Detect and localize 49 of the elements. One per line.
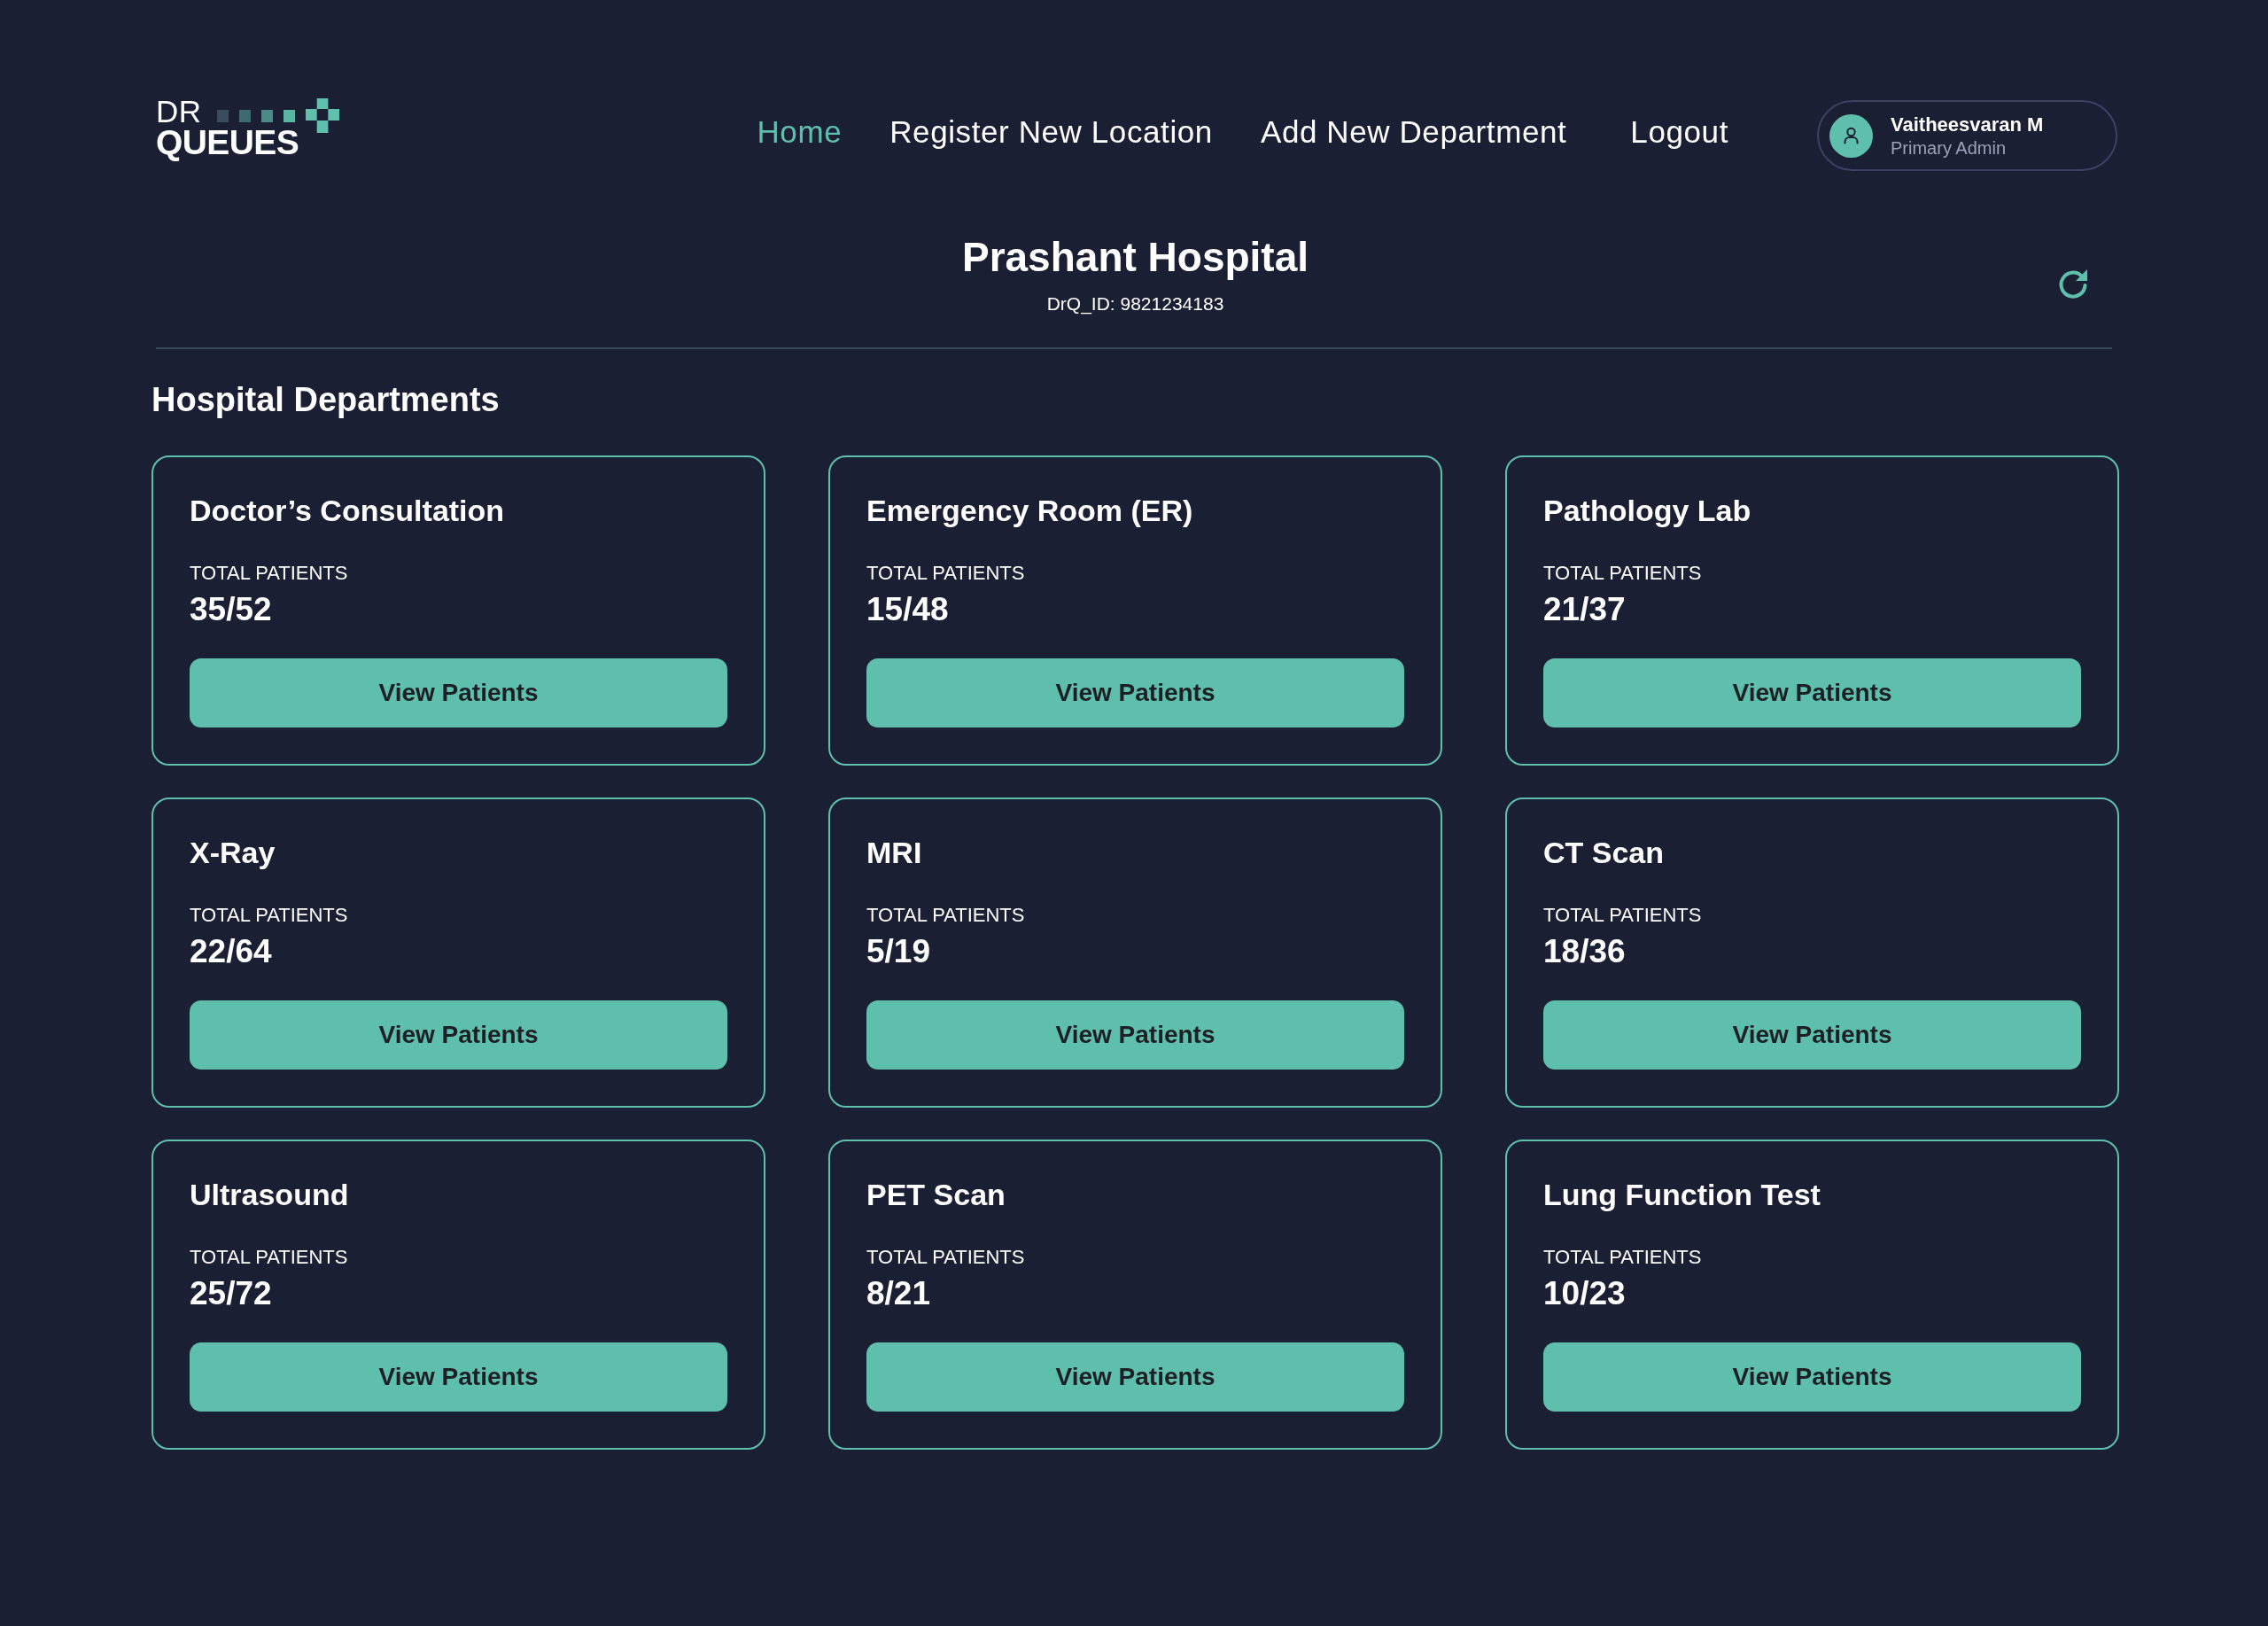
user-profile-pill[interactable]: Vaitheesvaran M Primary Admin xyxy=(1817,100,2117,171)
patient-count: 8/21 xyxy=(866,1274,930,1312)
user-name: Vaitheesvaran M xyxy=(1891,113,2044,136)
hospital-name: Prashant Hospital xyxy=(961,233,1309,281)
view-patients-button[interactable]: View Patients xyxy=(866,658,1404,727)
nav-link[interactable]: Home xyxy=(757,114,843,150)
department-name: Emergency Room (ER) xyxy=(866,493,1193,529)
user-avatar-icon xyxy=(1829,113,1873,158)
view-patients-button[interactable]: View Patients xyxy=(1543,658,2081,727)
view-patients-button[interactable]: View Patients xyxy=(1543,1342,2081,1412)
metric-label: TOTAL PATIENTS xyxy=(866,1246,1025,1269)
metric-label: TOTAL PATIENTS xyxy=(866,904,1025,927)
patient-count: 21/37 xyxy=(1543,590,1626,628)
patient-count: 18/36 xyxy=(1543,932,1626,970)
metric-label: TOTAL PATIENTS xyxy=(1543,562,1702,585)
department-name: X-Ray xyxy=(190,835,276,871)
user-role: Primary Admin xyxy=(1891,137,2007,159)
view-patients-button[interactable]: View Patients xyxy=(190,1342,727,1412)
patient-count: 5/19 xyxy=(866,932,930,970)
pixel-cross-icon xyxy=(305,98,339,133)
view-patients-button[interactable]: View Patients xyxy=(190,658,727,727)
view-patients-button[interactable]: View Patients xyxy=(866,1000,1404,1070)
patient-count: 25/72 xyxy=(190,1274,272,1312)
department-name: PET Scan xyxy=(866,1177,1006,1213)
metric-label: TOTAL PATIENTS xyxy=(190,904,348,927)
nav-link[interactable]: Register New Location xyxy=(889,114,1213,150)
view-patients-button[interactable]: View Patients xyxy=(1543,1000,2081,1070)
metric-label: TOTAL PATIENTS xyxy=(190,1246,348,1269)
patient-count: 15/48 xyxy=(866,590,949,628)
view-patients-button[interactable]: View Patients xyxy=(190,1000,727,1070)
nav-link[interactable]: Logout xyxy=(1630,114,1728,150)
metric-label: TOTAL PATIENTS xyxy=(1543,904,1702,927)
metric-label: TOTAL PATIENTS xyxy=(190,562,348,585)
department-name: Pathology Lab xyxy=(1543,493,1751,529)
square-dots-icon xyxy=(216,110,295,122)
department-name: MRI xyxy=(866,835,922,871)
patient-count: 35/52 xyxy=(190,590,272,628)
department-name: Doctor’s Consultation xyxy=(190,493,505,529)
section-heading: Hospital Departments xyxy=(151,380,500,420)
hospital-id: DrQ_ID: 9821234183 xyxy=(1046,292,1224,315)
patient-count: 22/64 xyxy=(190,932,272,970)
patient-count: 10/23 xyxy=(1543,1274,1626,1312)
department-name: CT Scan xyxy=(1543,835,1665,871)
nav-link[interactable]: Add New Department xyxy=(1260,114,1567,150)
metric-label: TOTAL PATIENTS xyxy=(866,562,1025,585)
department-name: Ultrasound xyxy=(190,1177,349,1213)
metric-label: TOTAL PATIENTS xyxy=(1543,1246,1702,1269)
view-patients-button[interactable]: View Patients xyxy=(866,1342,1404,1412)
department-name: Lung Function Test xyxy=(1543,1177,1821,1213)
